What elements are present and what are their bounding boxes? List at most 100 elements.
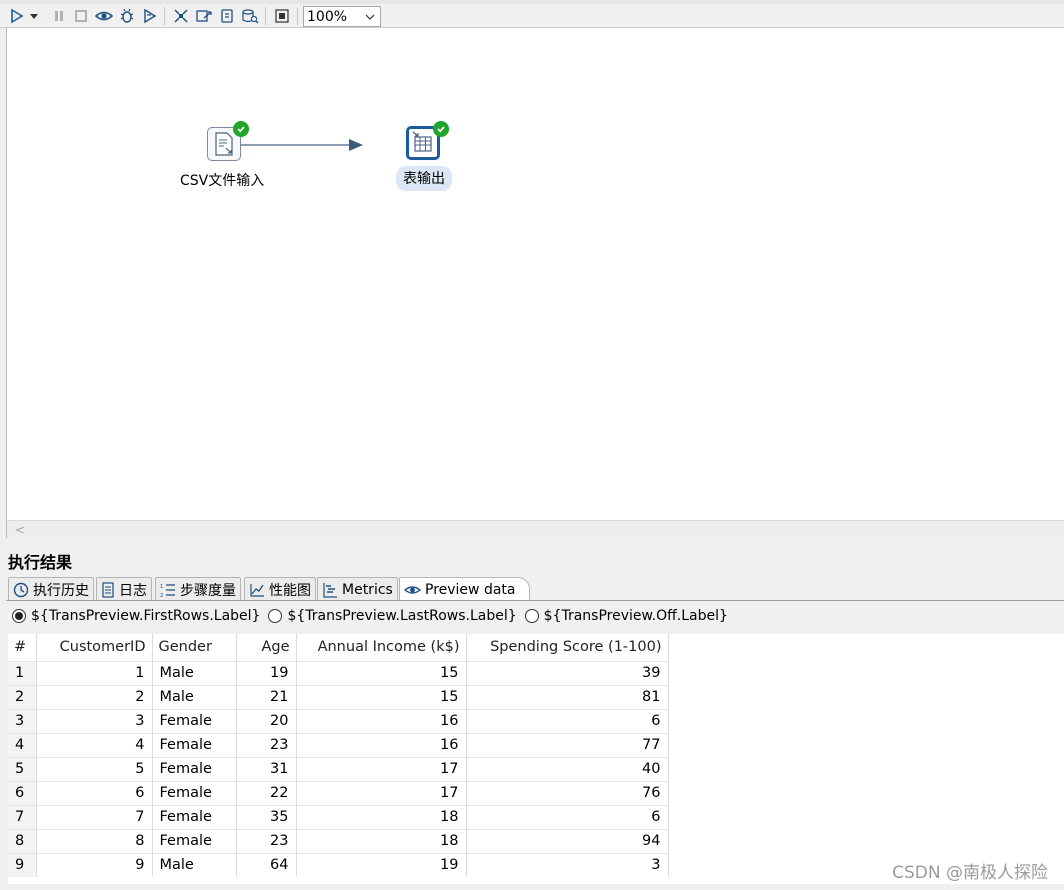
column-header-age[interactable]: Age <box>236 634 297 661</box>
row-number[interactable]: 3 <box>8 708 37 733</box>
cell-spending-score[interactable]: 76 <box>466 780 669 805</box>
impact-icon[interactable] <box>195 7 213 25</box>
column-header-rownum[interactable]: ^ # <box>8 634 37 661</box>
cell-gender[interactable]: Female <box>152 756 237 781</box>
radio-first-rows[interactable]: ${TransPreview.FirstRows.Label} <box>12 608 260 624</box>
radio-last-rows[interactable]: ${TransPreview.LastRows.Label} <box>268 608 517 624</box>
row-number[interactable]: 7 <box>8 804 37 829</box>
cell-customerid[interactable]: 1 <box>36 660 153 685</box>
cell-annual-income[interactable]: 18 <box>296 804 467 829</box>
table-row[interactable]: 9 9 Male 64 19 3 <box>8 852 669 877</box>
cell-spending-score[interactable]: 6 <box>466 708 669 733</box>
cell-annual-income[interactable]: 15 <box>296 684 467 709</box>
cell-annual-income[interactable]: 17 <box>296 756 467 781</box>
cell-spending-score[interactable]: 6 <box>466 804 669 829</box>
table-row[interactable]: 3 3 Female 20 16 6 <box>8 708 669 733</box>
row-number[interactable]: 4 <box>8 732 37 757</box>
preview-data-grid[interactable]: ^ # CustomerID Gender Age Annual Income … <box>8 634 1064 884</box>
scroll-left-icon[interactable]: < <box>15 523 25 537</box>
cell-customerid[interactable]: 3 <box>36 708 153 733</box>
cell-customerid[interactable]: 8 <box>36 828 153 853</box>
grid-icon[interactable] <box>273 7 291 25</box>
cell-customerid[interactable]: 7 <box>36 804 153 829</box>
cell-customerid[interactable]: 6 <box>36 780 153 805</box>
explore-db-icon[interactable] <box>241 7 259 25</box>
cell-gender[interactable]: Male <box>152 684 237 709</box>
zoom-select[interactable]: 100% <box>303 6 381 27</box>
sql-icon[interactable] <box>218 7 236 25</box>
tab-metrics[interactable]: Metrics <box>317 577 398 601</box>
tab-preview-data[interactable]: Preview data <box>399 577 531 601</box>
cell-age[interactable]: 21 <box>236 684 297 709</box>
radio-button[interactable] <box>268 609 283 623</box>
cell-gender[interactable]: Female <box>152 780 237 805</box>
column-header-customerid[interactable]: CustomerID <box>36 634 153 661</box>
canvas-horizontal-scrollbar[interactable]: < <box>6 520 1064 538</box>
table-row[interactable]: 1 1 Male 19 15 39 <box>8 660 669 685</box>
tab-step-metrics[interactable]: 12 步骤度量 <box>155 577 241 601</box>
table-row[interactable]: 6 6 Female 22 17 76 <box>8 780 669 805</box>
cell-gender[interactable]: Female <box>152 828 237 853</box>
row-number[interactable]: 6 <box>8 780 37 805</box>
radio-button[interactable] <box>12 609 26 623</box>
cell-age[interactable]: 22 <box>236 780 297 805</box>
column-header-gender[interactable]: Gender <box>152 634 237 661</box>
radio-label: ${TransPreview.Off.Label} <box>543 608 728 624</box>
table-row[interactable]: 5 5 Female 31 17 40 <box>8 756 669 781</box>
preview-icon[interactable] <box>95 7 113 25</box>
cell-gender[interactable]: Male <box>152 852 237 877</box>
radio-off[interactable]: ${TransPreview.Off.Label} <box>524 608 728 624</box>
cell-gender[interactable]: Female <box>152 804 237 829</box>
tab-execution-history[interactable]: 执行历史 <box>8 577 94 601</box>
stop-icon[interactable] <box>72 7 90 25</box>
cell-spending-score[interactable]: 39 <box>466 660 669 685</box>
cell-gender[interactable]: Female <box>152 732 237 757</box>
cell-annual-income[interactable]: 18 <box>296 828 467 853</box>
cell-spending-score[interactable]: 81 <box>466 684 669 709</box>
row-number[interactable]: 9 <box>8 852 37 877</box>
debug-icon[interactable] <box>118 7 136 25</box>
table-row[interactable]: 7 7 Female 35 18 6 <box>8 804 669 829</box>
run-dropdown-icon[interactable] <box>28 7 40 25</box>
cell-spending-score[interactable]: 77 <box>466 732 669 757</box>
cell-customerid[interactable]: 2 <box>36 684 153 709</box>
tab-log[interactable]: 日志 <box>96 577 152 601</box>
cell-age[interactable]: 35 <box>236 804 297 829</box>
table-row[interactable]: 2 2 Male 21 15 81 <box>8 684 669 709</box>
row-number[interactable]: 5 <box>8 756 37 781</box>
tab-performance[interactable]: 性能图 <box>244 577 316 601</box>
row-number[interactable]: 2 <box>8 684 37 709</box>
cell-age[interactable]: 23 <box>236 828 297 853</box>
cell-spending-score[interactable]: 40 <box>466 756 669 781</box>
transformation-canvas[interactable]: CSV文件输入 表输出 <box>6 28 1064 520</box>
radio-button[interactable] <box>524 609 539 623</box>
table-row[interactable]: 4 4 Female 23 16 77 <box>8 732 669 757</box>
hop-connector[interactable] <box>7 28 1064 520</box>
cell-age[interactable]: 64 <box>236 852 297 877</box>
cell-age[interactable]: 23 <box>236 732 297 757</box>
row-number[interactable]: 8 <box>8 828 37 853</box>
cell-customerid[interactable]: 4 <box>36 732 153 757</box>
verify-icon[interactable] <box>172 7 190 25</box>
cell-spending-score[interactable]: 94 <box>466 828 669 853</box>
pause-icon[interactable] <box>50 7 68 25</box>
cell-annual-income[interactable]: 16 <box>296 732 467 757</box>
cell-annual-income[interactable]: 15 <box>296 660 467 685</box>
cell-annual-income[interactable]: 16 <box>296 708 467 733</box>
cell-age[interactable]: 20 <box>236 708 297 733</box>
cell-customerid[interactable]: 9 <box>36 852 153 877</box>
replay-icon[interactable] <box>141 7 159 25</box>
row-number[interactable]: 1 <box>8 660 37 685</box>
cell-gender[interactable]: Female <box>152 708 237 733</box>
cell-spending-score[interactable]: 3 <box>466 852 669 877</box>
column-header-annual-income[interactable]: Annual Income (k$) <box>296 634 467 661</box>
cell-customerid[interactable]: 5 <box>36 756 153 781</box>
column-header-spending-score[interactable]: Spending Score (1-100) <box>466 634 669 661</box>
cell-annual-income[interactable]: 17 <box>296 780 467 805</box>
run-icon[interactable] <box>8 7 26 25</box>
cell-age[interactable]: 31 <box>236 756 297 781</box>
cell-age[interactable]: 19 <box>236 660 297 685</box>
cell-gender[interactable]: Male <box>152 660 237 685</box>
cell-annual-income[interactable]: 19 <box>296 852 467 877</box>
table-row[interactable]: 8 8 Female 23 18 94 <box>8 828 669 853</box>
